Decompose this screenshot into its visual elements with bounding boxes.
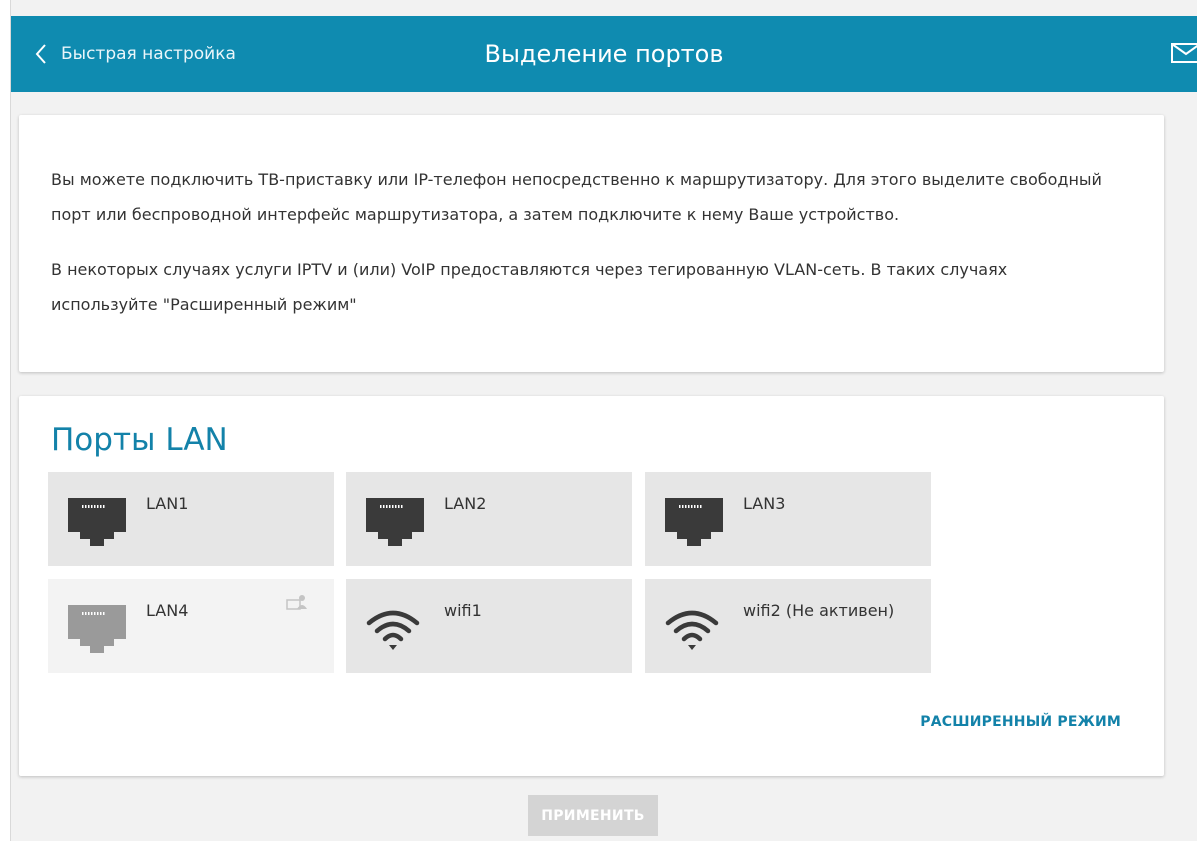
port-tile-lan3[interactable]: LAN3 bbox=[645, 472, 931, 566]
port-label: wifi1 bbox=[444, 601, 482, 620]
port-tile-wifi2[interactable]: wifi2 (Не активен) bbox=[645, 579, 931, 673]
port-label: wifi2 (Не активен) bbox=[743, 601, 895, 620]
port-tile-wifi1[interactable]: wifi1 bbox=[346, 579, 632, 673]
advanced-mode-link[interactable]: РАСШИРЕННЫЙ РЕЖИМ bbox=[920, 714, 1121, 730]
user-device-icon bbox=[286, 595, 307, 610]
section-title: Порты LAN bbox=[51, 422, 228, 458]
port-label: LAN1 bbox=[146, 494, 189, 513]
port-label: LAN3 bbox=[743, 494, 786, 513]
info-paragraph-1: Вы можете подключить ТВ-приставку или IP… bbox=[51, 170, 1102, 224]
apply-button[interactable]: ПРИМЕНИТЬ bbox=[528, 795, 658, 836]
wifi-icon bbox=[665, 610, 719, 650]
lan-ports-card: Порты LAN LAN1 LAN2 LAN3 LAN4 wifi1 wifi… bbox=[19, 396, 1164, 776]
port-tile-lan4[interactable]: LAN4 bbox=[48, 579, 334, 673]
mail-icon[interactable] bbox=[1171, 43, 1197, 63]
info-card: Вы можете подключить ТВ-приставку или IP… bbox=[19, 115, 1164, 372]
ethernet-port-icon bbox=[665, 498, 723, 546]
port-label: LAN2 bbox=[444, 494, 487, 513]
ethernet-port-icon bbox=[366, 498, 424, 546]
ethernet-port-icon bbox=[68, 498, 126, 546]
page-title: Выделение портов bbox=[484, 40, 724, 68]
port-label: LAN4 bbox=[146, 601, 189, 620]
port-tile-lan2[interactable]: LAN2 bbox=[346, 472, 632, 566]
port-tile-lan1[interactable]: LAN1 bbox=[48, 472, 334, 566]
page-header: Быстрая настройка Выделение портов bbox=[11, 16, 1197, 92]
app-container: Быстрая настройка Выделение портов Вы мо… bbox=[11, 0, 1197, 841]
ethernet-port-icon bbox=[68, 605, 126, 653]
info-paragraph-2: В некоторых случаях услуги IPTV и (или) … bbox=[51, 260, 1008, 314]
wifi-icon bbox=[366, 610, 420, 650]
